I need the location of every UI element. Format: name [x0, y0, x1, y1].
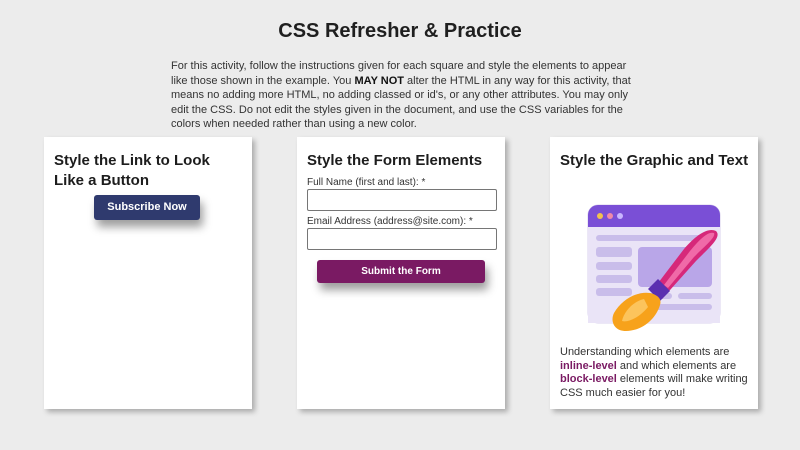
- intro-emphasis: MAY NOT: [354, 74, 404, 87]
- intro-paragraph: For this activity, follow the instructio…: [171, 59, 633, 132]
- card-graphic-title: Style the Graphic and Text: [560, 152, 749, 169]
- card-link: Style the Link to Look Like a Button Sub…: [44, 137, 252, 409]
- desc-text-2: and which elements are: [616, 359, 737, 372]
- email-input[interactable]: [307, 228, 497, 250]
- card-form-title: Style the Form Elements: [307, 152, 483, 169]
- desc-text-1: Understanding which elements are: [560, 346, 730, 358]
- email-label: Email Address (address@site.com): *: [307, 216, 473, 227]
- full-name-label: Full Name (first and last): *: [307, 177, 426, 188]
- graphic-description: Understanding which elements are inline-…: [560, 346, 750, 400]
- submit-form-button[interactable]: Submit the Form: [317, 260, 485, 283]
- card-form: Style the Form Elements Full Name (first…: [297, 137, 505, 409]
- inline-level-keyword: inline-level: [560, 359, 617, 372]
- card-link-title: Style the Link to Look Like a Button: [54, 152, 210, 189]
- full-name-input[interactable]: [307, 189, 497, 211]
- block-level-keyword: block-level: [560, 373, 617, 385]
- page-title: CSS Refresher & Practice: [278, 20, 522, 42]
- card-graphic: Style the Graphic and Text Understanding…: [550, 137, 758, 409]
- web-design-paintbrush-icon: [587, 204, 721, 331]
- subscribe-now-button[interactable]: Subscribe Now: [94, 195, 200, 220]
